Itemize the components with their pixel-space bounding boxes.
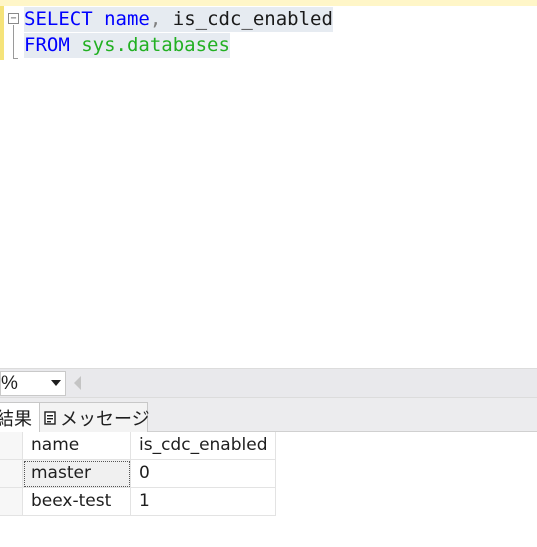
row-header-corner[interactable] xyxy=(0,432,23,460)
sql-keyword-from: FROM xyxy=(24,34,70,56)
ssms-query-window: − SELECT name, is_cdc_enabled FROM sys.d… xyxy=(0,0,537,547)
tab-results[interactable]: 結果 xyxy=(0,402,40,432)
tab-results-label: 結果 xyxy=(0,408,32,430)
collapse-icon[interactable]: − xyxy=(8,13,19,24)
grid-cell[interactable]: 0 xyxy=(131,460,276,488)
grid-cell[interactable]: beex-test xyxy=(23,488,131,516)
outline-guide-end xyxy=(13,58,18,59)
results-tab-bar: 結果 メッセージ xyxy=(0,398,537,432)
grid-cell[interactable]: 1 xyxy=(131,488,276,516)
sql-keyword-select: SELECT xyxy=(24,8,93,30)
row-header[interactable] xyxy=(0,460,23,488)
scroll-left-icon[interactable] xyxy=(74,376,81,390)
code-line-2[interactable]: FROM sys.databases xyxy=(24,33,230,58)
sql-identifier: is_cdc_enabled xyxy=(161,8,333,30)
sql-system-view: sys.databases xyxy=(81,34,230,56)
row-header[interactable] xyxy=(0,488,23,516)
sql-comma: , xyxy=(149,8,162,30)
tab-messages-label: メッセージ xyxy=(60,408,150,430)
code-line-1[interactable]: SELECT name, is_cdc_enabled xyxy=(24,7,333,32)
sql-keyword-name: name xyxy=(104,8,150,30)
zoom-combo[interactable]: % xyxy=(0,371,66,396)
column-header-is-cdc-enabled[interactable]: is_cdc_enabled xyxy=(131,432,276,460)
outline-guide xyxy=(13,25,14,59)
zoom-scroll-strip: % xyxy=(0,368,537,398)
grid-cell[interactable]: master xyxy=(23,460,131,488)
change-tracking-bar xyxy=(0,6,4,60)
tab-messages[interactable]: メッセージ xyxy=(40,402,150,432)
chevron-down-icon[interactable] xyxy=(51,380,61,386)
zoom-value: % xyxy=(1,373,18,394)
message-icon xyxy=(44,410,56,425)
column-header-name[interactable]: name xyxy=(23,432,131,460)
query-editor[interactable]: − SELECT name, is_cdc_enabled FROM sys.d… xyxy=(0,6,537,368)
